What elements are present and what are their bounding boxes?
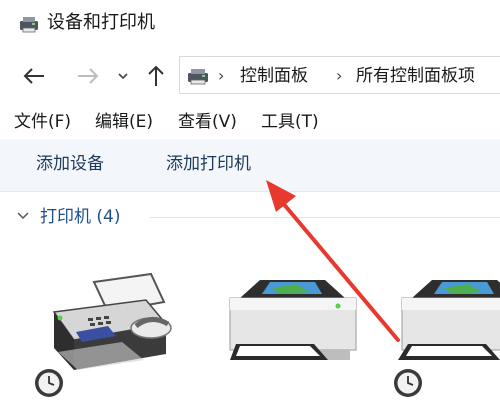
window-title: 设备和打印机 xyxy=(47,12,155,33)
devices-printers-icon xyxy=(188,69,208,85)
add-device-button[interactable]: 添加设备 xyxy=(36,139,104,189)
group-divider xyxy=(150,217,500,218)
devices-printers-icon xyxy=(20,17,38,33)
fax-machine-icon[interactable] xyxy=(36,262,186,382)
breadcrumb-control-panel[interactable]: 控制面板 xyxy=(240,66,308,86)
printer-icon[interactable] xyxy=(392,262,500,382)
arrow-right-icon xyxy=(78,68,99,84)
menu-tools[interactable]: 工具(T) xyxy=(261,106,319,138)
title-bar: 设备和打印机 xyxy=(0,0,500,48)
printer-icon[interactable] xyxy=(210,262,370,382)
forward-button[interactable] xyxy=(72,56,104,96)
back-button[interactable] xyxy=(18,56,50,96)
breadcrumb-separator[interactable]: › xyxy=(336,66,342,85)
arrow-left-icon xyxy=(23,68,44,84)
chevron-down-icon[interactable] xyxy=(16,208,30,222)
up-button[interactable] xyxy=(140,56,172,96)
clock-icon xyxy=(394,369,422,397)
command-bar: 添加设备 添加打印机 xyxy=(0,139,500,192)
breadcrumb-all-control-panel-items[interactable]: 所有控制面板项 xyxy=(356,66,475,86)
chevron-down-icon xyxy=(118,73,128,80)
clock-icon xyxy=(35,369,63,397)
menu-edit[interactable]: 编辑(E) xyxy=(95,106,153,138)
address-bar[interactable]: › 控制面板 › 所有控制面板项 xyxy=(179,56,500,94)
menu-view[interactable]: 查看(V) xyxy=(178,106,237,138)
menu-file[interactable]: 文件(F) xyxy=(14,106,71,138)
group-label[interactable]: 打印机 (4) xyxy=(40,204,120,230)
add-printer-button[interactable]: 添加打印机 xyxy=(166,139,251,189)
navigation-bar: › 控制面板 › 所有控制面板项 xyxy=(0,56,500,96)
menu-bar: 文件(F) 编辑(E) 查看(V) 工具(T) xyxy=(0,106,500,138)
breadcrumb-separator[interactable]: › xyxy=(218,66,224,85)
arrow-up-icon xyxy=(148,65,164,86)
recent-locations-button[interactable] xyxy=(114,56,132,96)
